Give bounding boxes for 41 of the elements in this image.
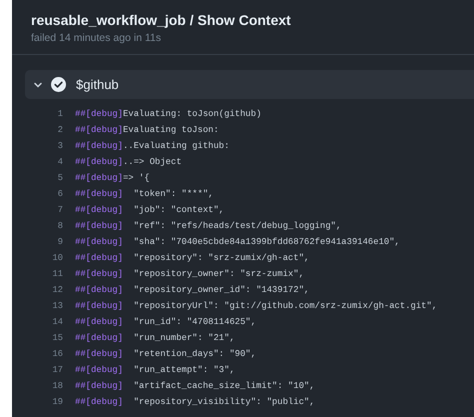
line-number: 8	[56, 221, 63, 231]
line-number: 19	[51, 397, 63, 407]
line-number: 17	[51, 365, 63, 375]
line-number: 1	[56, 109, 63, 119]
log-line: ##[debug]Evaluating: toJson(github)	[75, 109, 262, 119]
line-number: 18	[51, 381, 63, 391]
log-line: ##[debug]Evaluating toJson:	[75, 125, 219, 135]
line-number: 15	[51, 333, 63, 343]
line-number: 2	[56, 125, 63, 135]
log-line: ##[debug]..=> Object	[75, 157, 182, 167]
line-number: 14	[51, 317, 63, 327]
step-header[interactable]: $github	[25, 70, 474, 99]
line-number: 11	[51, 269, 63, 279]
log-line: ##[debug]=> '{	[75, 173, 150, 183]
log-line: ##[debug] "sha": "7040e5cbde84a1399bfdd68762fe941a39146e10",	[75, 237, 400, 247]
line-number: 7	[56, 205, 63, 215]
log-line: ##[debug] "repository_owner": "srz-zumix",	[75, 269, 304, 279]
log-line: ##[debug] "ref": "refs/heads/test/debug_logging",	[75, 221, 342, 231]
log-line: ##[debug] "retention_days": "90",	[75, 349, 256, 359]
line-number: 6	[56, 189, 63, 199]
line-number: 5	[56, 173, 63, 183]
line-number: 4	[56, 157, 63, 167]
log-line: ##[debug] "repository": "srz-zumix/gh-act",	[75, 253, 310, 263]
line-number: 9	[56, 237, 63, 247]
log-line: ##[debug] "token": "***",	[75, 189, 214, 199]
log-line: ##[debug] "repositoryUrl": "git://github.com/srz-zumix/gh-act.git",	[75, 301, 438, 311]
log-line: ##[debug] "job": "context",	[75, 205, 224, 215]
log-line: ##[debug] "run_id": "4708114625",	[75, 317, 256, 327]
log-line: ##[debug] "run_attempt": "3",	[75, 365, 235, 375]
log-line: ##[debug]..Evaluating github:	[75, 141, 230, 151]
line-number: 12	[51, 285, 63, 295]
line-number: 3	[56, 141, 63, 151]
line-number: 16	[51, 349, 63, 359]
log-line: ##[debug] "repository_owner_id": "1439172",	[75, 285, 310, 295]
line-number: 10	[51, 253, 63, 263]
log-line: ##[debug] "repository_visibility": "public",	[75, 397, 315, 407]
job-title: reusable_workflow_job / Show Context	[31, 12, 292, 28]
job-status: failed 14 minutes ago in 11s	[31, 32, 162, 44]
log-line: ##[debug] "run_number": "21",	[75, 333, 235, 343]
line-number: 13	[51, 301, 63, 311]
log-line: ##[debug] "artifact_cache_size_limit": "10",	[75, 381, 315, 391]
